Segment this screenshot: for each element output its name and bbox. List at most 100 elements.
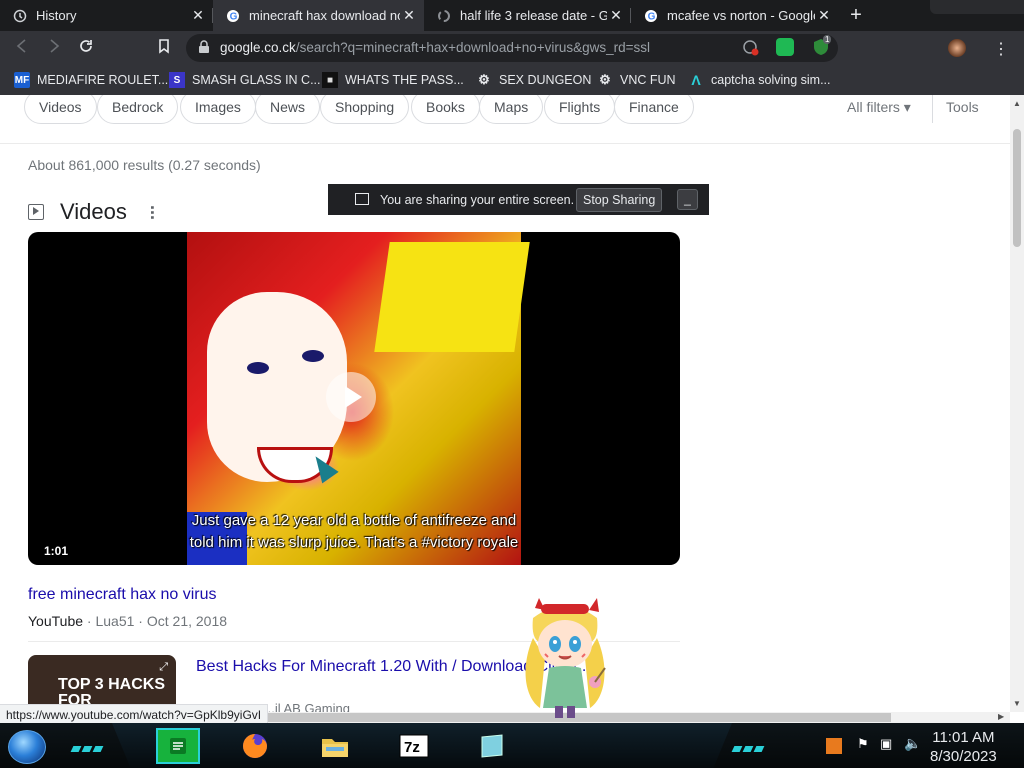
tab-close-button[interactable]: ✕ xyxy=(189,7,207,24)
tab-close-button[interactable]: ✕ xyxy=(400,7,418,24)
share-screen-icon xyxy=(355,193,369,205)
filter-chip-shopping[interactable]: Shopping xyxy=(320,95,410,124)
screen-share-bar: You are sharing your entire screen. Stop… xyxy=(328,184,709,215)
tab-minecraft-search[interactable]: G minecraft hax download no v ✕ xyxy=(213,0,424,31)
7zip-icon[interactable]: 7z xyxy=(392,728,436,764)
address-bar[interactable]: google.co.ck/search?q=minecraft+hax+down… xyxy=(186,34,838,62)
all-filters-label: All filters xyxy=(847,99,900,115)
clock-date: 8/30/2023 xyxy=(930,748,997,765)
start-button[interactable] xyxy=(8,730,46,764)
loading-icon xyxy=(436,8,452,24)
volume-icon[interactable]: 🔈 xyxy=(904,735,921,752)
videos-section-header: Videos ··· xyxy=(28,199,162,225)
filter-chip-images[interactable]: Images xyxy=(180,95,256,124)
tab-half-life[interactable]: half life 3 release date - Goo ✕ xyxy=(424,0,631,31)
bookmark-star-icon[interactable] xyxy=(154,38,174,58)
all-filters-button[interactable]: All filters ▾ xyxy=(847,99,911,116)
firefox-icon[interactable] xyxy=(233,728,277,764)
filter-chip-videos[interactable]: Videos xyxy=(24,95,97,124)
more-options-icon[interactable]: ··· xyxy=(141,205,162,220)
filter-chip-finance[interactable]: Finance xyxy=(614,95,694,124)
shield-extension-icon[interactable]: 1 xyxy=(812,35,832,56)
tray-app-icon[interactable] xyxy=(826,738,842,754)
bookmark-a-icon: Λ xyxy=(691,72,701,88)
app-window-icon[interactable] xyxy=(470,728,514,764)
clock-time: 11:01 AM xyxy=(932,729,995,746)
google-icon: G xyxy=(225,8,241,24)
back-icon[interactable] xyxy=(12,38,32,58)
bookmark-dark-icon: ■ xyxy=(322,72,338,88)
results-stats: About 861,000 results (0.27 seconds) xyxy=(28,157,261,173)
file-explorer-icon[interactable] xyxy=(313,728,357,764)
video-caption: Just gave a 12 year old a bottle of anti… xyxy=(189,512,519,551)
url-host: google.co.ck xyxy=(220,40,296,55)
menu-icon[interactable]: ⋮ xyxy=(993,39,1009,59)
bookmark-sex-dungeon[interactable]: ⚙ SEX DUNGEON xyxy=(476,71,591,89)
new-tab-button[interactable]: + xyxy=(845,4,867,26)
tab-title: mcafee vs norton - Google S xyxy=(667,8,815,23)
video-channel: Lua51 xyxy=(95,613,135,629)
system-clock[interactable]: 11:01 AM 8/30/2023 xyxy=(930,728,997,766)
bookmark-label: captcha solving sim... xyxy=(711,73,831,87)
video-meta: YouTube · Lua51 · Oct 21, 2018 xyxy=(28,613,228,629)
tab-strip: History ✕ G minecraft hax download no v … xyxy=(0,0,1024,31)
play-button-icon[interactable] xyxy=(326,372,376,422)
tab-history[interactable]: History ✕ xyxy=(0,0,213,31)
share-message: You are sharing your entire screen. xyxy=(380,193,575,207)
filter-chip-flights[interactable]: Flights xyxy=(544,95,616,124)
bookmark-smash-glass[interactable]: S SMASH GLASS IN C... xyxy=(169,71,321,89)
notes-app-icon[interactable] xyxy=(156,728,200,764)
svg-text:G: G xyxy=(230,11,238,22)
bookmark-label: SEX DUNGEON xyxy=(499,73,592,87)
bookmark-label: WHATS THE PASS... xyxy=(345,73,464,87)
avatar[interactable] xyxy=(948,39,966,57)
stop-sharing-button[interactable]: Stop Sharing xyxy=(576,188,663,212)
svg-text:G: G xyxy=(648,11,656,22)
bookmark-gear-icon: ⚙ xyxy=(478,72,490,87)
bookmark-vnc-fun[interactable]: ⚙ VNC FUN xyxy=(597,71,676,89)
filter-chip-maps[interactable]: Maps xyxy=(479,95,544,124)
caret-down-icon: ▾ xyxy=(903,99,911,115)
url-text: google.co.ck/search?q=minecraft+hax+down… xyxy=(220,40,650,55)
taskbar-decoration xyxy=(70,739,112,752)
video-thumbnail[interactable]: Just gave a 12 year old a bottle of anti… xyxy=(28,232,680,565)
tab-mcafee[interactable]: G mcafee vs norton - Google S ✕ xyxy=(631,0,839,31)
minimize-share-bar-button[interactable]: _ xyxy=(677,189,698,210)
video-source: YouTube xyxy=(28,613,84,629)
taskbar-decoration xyxy=(731,739,773,752)
tools-button[interactable]: Tools xyxy=(946,99,979,115)
window-controls[interactable] xyxy=(930,0,1024,14)
bookmark-gear-icon: ⚙ xyxy=(599,72,611,87)
videos-heading: Videos xyxy=(60,199,127,224)
video-title-link[interactable]: free minecraft hax no virus xyxy=(28,586,217,604)
bookmark-whats-the-pass[interactable]: ■ WHATS THE PASS... xyxy=(322,71,464,89)
bookmark-label: SMASH GLASS IN C... xyxy=(192,73,321,87)
tab-close-button[interactable]: ✕ xyxy=(607,7,625,24)
bookmark-captcha[interactable]: Λ captcha solving sim... xyxy=(688,71,831,89)
filter-chip-bedrock[interactable]: Bedrock xyxy=(97,95,179,124)
bookmark-label: VNC FUN xyxy=(620,73,676,87)
video-date: Oct 21, 2018 xyxy=(146,613,228,629)
tab-close-button[interactable]: ✕ xyxy=(815,7,833,24)
history-icon xyxy=(12,8,28,24)
google-icon: G xyxy=(643,8,659,24)
video-channel-2: ...il AB Gaming xyxy=(264,701,350,712)
desktop-mascot-character[interactable] xyxy=(515,598,615,722)
extension-badge: 1 xyxy=(823,35,832,44)
bookmark-label: MEDIAFIRE ROULET... xyxy=(37,73,169,87)
cast-blocked-icon[interactable] xyxy=(743,40,759,61)
forward-icon[interactable] xyxy=(44,38,64,58)
action-center-flag-icon[interactable]: ⚑ xyxy=(857,736,869,752)
vertical-scrollbar[interactable]: ▲ ▼ xyxy=(1010,95,1024,712)
network-icon[interactable]: ▣ xyxy=(880,736,892,752)
spotify-extension-icon[interactable] xyxy=(776,38,794,56)
video-play-icon xyxy=(28,204,44,220)
filter-chip-books[interactable]: Books xyxy=(411,95,480,124)
video-duration: 1:01 xyxy=(44,544,69,558)
tab-title: half life 3 release date - Goo xyxy=(460,8,607,23)
filter-chip-news[interactable]: News xyxy=(255,95,321,124)
bookmark-s-icon: S xyxy=(169,72,185,88)
reload-icon[interactable] xyxy=(76,38,96,58)
bookmark-mediafire[interactable]: MF MEDIAFIRE ROULET... xyxy=(14,71,168,89)
url-path: /search?q=minecraft+hax+download+no+viru… xyxy=(295,40,651,55)
